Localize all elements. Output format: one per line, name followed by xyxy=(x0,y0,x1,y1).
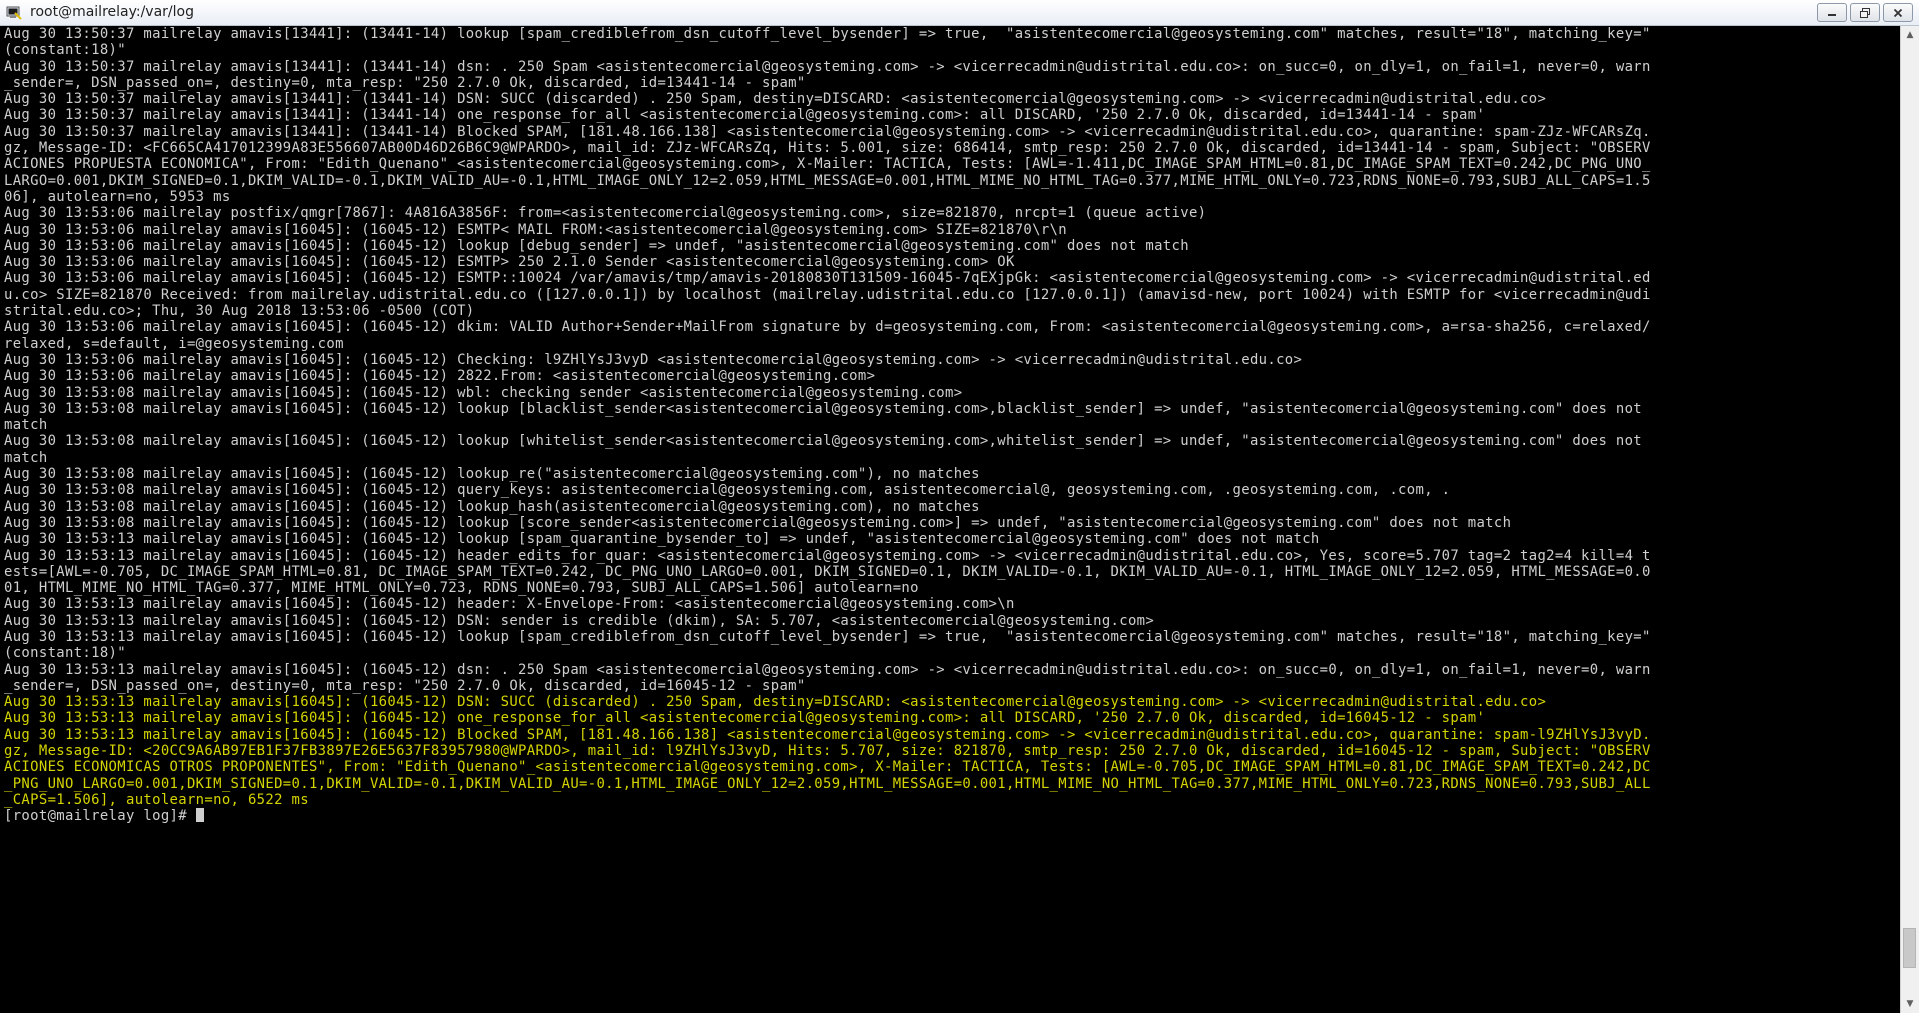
log-line: LARGO=0.001,DKIM_SIGNED=0.1,DKIM_VALID=-… xyxy=(4,172,1651,189)
log-line: Aug 30 13:53:13 mailrelay amavis[16045]:… xyxy=(4,596,1015,613)
maximize-button[interactable] xyxy=(1850,3,1880,22)
log-line: match xyxy=(4,449,48,466)
terminal-window: root@mailrelay:/var/log Aug 30 13:50:37 … xyxy=(0,0,1919,1013)
log-line: Aug 30 13:53:06 mailrelay amavis[16045]:… xyxy=(4,368,876,385)
log-line: ACIONES ECONOMICAS OTROS PROPONENTES", F… xyxy=(4,759,1651,776)
text-cursor xyxy=(195,808,204,823)
terminal-output[interactable]: Aug 30 13:50:37 mailrelay amavis[13441]:… xyxy=(0,26,1900,1013)
log-line: ests=[AWL=-0.705, DC_IMAGE_SPAM_HTML=0.8… xyxy=(4,563,1651,580)
log-line: Aug 30 13:53:13 mailrelay amavis[16045]:… xyxy=(4,531,1320,548)
log-line: Aug 30 13:53:06 mailrelay amavis[16045]:… xyxy=(4,351,1303,368)
log-line: Aug 30 13:53:08 mailrelay amavis[16045]:… xyxy=(4,514,1512,531)
close-button[interactable] xyxy=(1883,3,1913,22)
log-line: 06], autolearn=no, 5953 ms xyxy=(4,188,231,205)
maximize-icon xyxy=(1860,7,1870,18)
log-line: Aug 30 13:53:13 mailrelay amavis[16045]:… xyxy=(4,661,1651,678)
log-line: Aug 30 13:50:37 mailrelay amavis[13441]:… xyxy=(4,123,1651,140)
log-line: Aug 30 13:50:37 mailrelay amavis[13441]:… xyxy=(4,91,1547,108)
log-line: Aug 30 13:53:08 mailrelay amavis[16045]:… xyxy=(4,498,980,515)
log-line: Aug 30 13:50:37 mailrelay amavis[13441]:… xyxy=(4,107,1486,124)
log-line: Aug 30 13:53:13 mailrelay amavis[16045]:… xyxy=(4,726,1651,743)
log-line: Aug 30 13:53:06 mailrelay postfix/qmgr[7… xyxy=(4,205,1207,222)
log-line: Aug 30 13:53:06 mailrelay amavis[16045]:… xyxy=(4,237,1189,254)
shell-prompt[interactable]: [root@mailrelay log]# xyxy=(4,808,1900,824)
putty-terminal-icon xyxy=(6,6,22,20)
scroll-down-arrow[interactable]: ▼ xyxy=(1901,995,1919,1013)
log-line: Aug 30 13:53:08 mailrelay amavis[16045]:… xyxy=(4,433,1643,450)
close-icon xyxy=(1893,8,1903,17)
log-line: Aug 30 13:50:37 mailrelay amavis[13441]:… xyxy=(4,26,1651,42)
log-line: Aug 30 13:53:13 mailrelay amavis[16045]:… xyxy=(4,612,1155,629)
log-line: _sender=, DSN_passed_on=, destiny=0, mta… xyxy=(4,74,806,91)
log-line: Aug 30 13:53:13 mailrelay amavis[16045]:… xyxy=(4,628,1651,645)
scroll-thumb[interactable] xyxy=(1903,927,1916,968)
log-line: u.co> SIZE=821870 Received: from mailrel… xyxy=(4,286,1651,303)
prompt-text: [root@mailrelay log]# xyxy=(4,808,196,825)
vertical-scrollbar[interactable]: ▲ ▼ xyxy=(1900,26,1919,1013)
log-line: 01, HTML_MIME_NO_HTML_TAG=0.377, MIME_HT… xyxy=(4,580,919,597)
log-line: _sender=, DSN_passed_on=, destiny=0, mta… xyxy=(4,677,806,694)
log-line: match xyxy=(4,417,48,434)
log-line: ACIONES PROPUESTA ECONOMICA", From: "Edi… xyxy=(4,156,1651,173)
log-line: Aug 30 13:53:13 mailrelay amavis[16045]:… xyxy=(4,710,1486,727)
log-line: Aug 30 13:53:06 mailrelay amavis[16045]:… xyxy=(4,270,1651,287)
log-line: Aug 30 13:53:08 mailrelay amavis[16045]:… xyxy=(4,400,1643,417)
scroll-up-arrow[interactable]: ▲ xyxy=(1901,26,1919,44)
window-controls xyxy=(1817,3,1913,22)
log-line: Aug 30 13:53:13 mailrelay amavis[16045]:… xyxy=(4,694,1547,711)
log-line: Aug 30 13:50:37 mailrelay amavis[13441]:… xyxy=(4,58,1651,75)
log-line: Aug 30 13:53:06 mailrelay amavis[16045]:… xyxy=(4,221,1067,238)
log-line: Aug 30 13:53:06 mailrelay amavis[16045]:… xyxy=(4,319,1651,336)
log-line: Aug 30 13:53:08 mailrelay amavis[16045]:… xyxy=(4,466,980,483)
log-line: Aug 30 13:53:06 mailrelay amavis[16045]:… xyxy=(4,254,1015,271)
minimize-icon xyxy=(1828,13,1836,16)
log-line: gz, Message-ID: <FC665CA417012399A83E556… xyxy=(4,140,1651,157)
log-line: relaxed, s=default, i=@geosysteming.com xyxy=(4,335,344,352)
log-line: Aug 30 13:53:08 mailrelay amavis[16045]:… xyxy=(4,482,1451,499)
minimize-button[interactable] xyxy=(1817,3,1847,22)
log-line: strital.edu.co>; Thu, 30 Aug 2018 13:53:… xyxy=(4,303,475,320)
log-line: _CAPS=1.506], autolearn=no, 6522 ms xyxy=(4,791,309,808)
log-line: (constant:18)" xyxy=(4,42,126,59)
log-line: Aug 30 13:53:13 mailrelay amavis[16045]:… xyxy=(4,547,1651,564)
log-line: Aug 30 13:53:08 mailrelay amavis[16045]:… xyxy=(4,384,963,401)
title-bar[interactable]: root@mailrelay:/var/log xyxy=(0,0,1919,26)
window-title: root@mailrelay:/var/log xyxy=(30,4,194,20)
log-line: (constant:18)" xyxy=(4,645,126,662)
log-line: gz, Message-ID: <20CC9A6AB97EB1F37FB3897… xyxy=(4,743,1651,760)
log-line: _PNG_UNO_LARGO=0.001,DKIM_SIGNED=0.1,DKI… xyxy=(4,775,1651,792)
